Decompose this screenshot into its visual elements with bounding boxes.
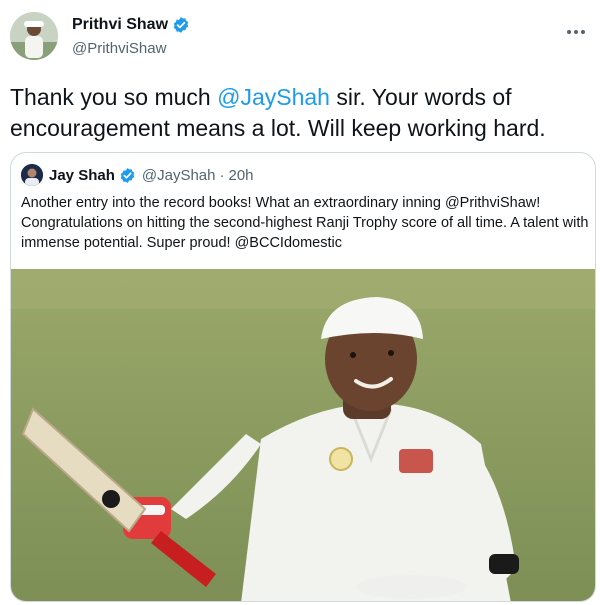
quoted-tweet[interactable]: Jay Shah @JayShah · 20h Another entry in… xyxy=(10,152,596,602)
author-handle[interactable]: @PrithviShaw xyxy=(72,40,166,57)
tweet: Prithvi Shaw @PrithviShaw Thank you so m… xyxy=(0,0,600,605)
author-name-row: Prithvi Shaw xyxy=(72,16,190,34)
separator-dot: · xyxy=(219,166,225,184)
quoted-tweet-photo[interactable] xyxy=(11,269,595,601)
quoted-timestamp[interactable]: 20h xyxy=(228,167,253,184)
verified-badge-icon xyxy=(119,167,136,184)
more-options-icon[interactable] xyxy=(564,20,588,44)
verified-badge-icon xyxy=(172,16,190,34)
quoted-author-avatar[interactable] xyxy=(21,164,43,186)
quoted-author-name[interactable]: Jay Shah xyxy=(49,167,115,184)
tweet-text-before: Thank you so much xyxy=(10,84,218,110)
tweet-text: Thank you so much @JayShah sir. Your wor… xyxy=(10,82,585,144)
quoted-author-handle[interactable]: @JayShah xyxy=(142,167,216,184)
author-name[interactable]: Prithvi Shaw xyxy=(72,16,168,34)
mention-link[interactable]: @JayShah xyxy=(217,84,330,110)
tweet-header: Prithvi Shaw @PrithviShaw xyxy=(10,12,590,64)
quoted-tweet-header: Jay Shah @JayShah · 20h xyxy=(21,163,254,187)
quoted-tweet-text: Another entry into the record books! Wha… xyxy=(21,195,589,251)
author-avatar[interactable] xyxy=(10,12,58,60)
